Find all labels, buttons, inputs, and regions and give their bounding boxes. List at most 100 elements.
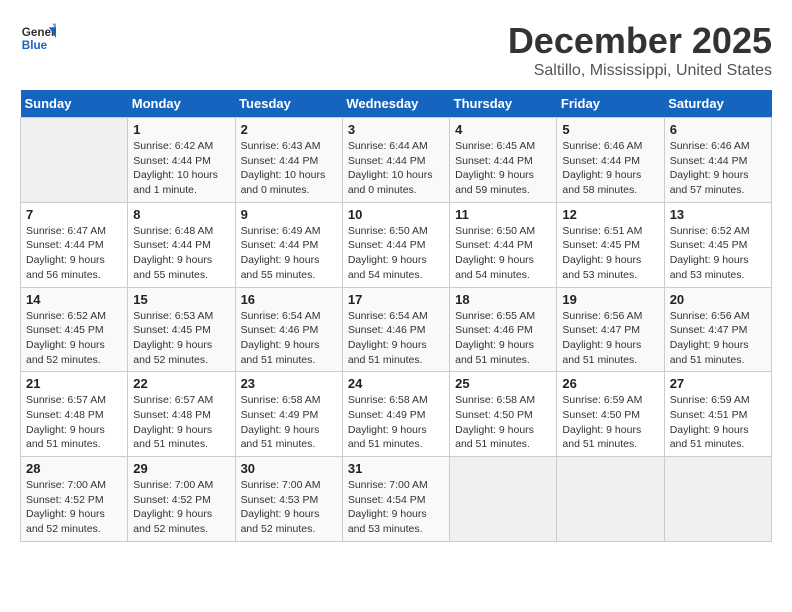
- week-row-3: 14Sunrise: 6:52 AMSunset: 4:45 PMDayligh…: [21, 287, 772, 372]
- day-info: Sunrise: 6:44 AMSunset: 4:44 PMDaylight:…: [348, 139, 444, 198]
- calendar-cell: 6 Sunrise: 6:46 AMSunset: 4:44 PMDaylight…: [664, 118, 771, 203]
- calendar-cell: 22 Sunrise: 6:57 AMSunset: 4:48 PMDayligh…: [128, 372, 235, 457]
- day-number: 25: [455, 376, 551, 391]
- day-number: 18: [455, 292, 551, 307]
- day-number: 28: [26, 461, 122, 476]
- calendar-cell: 14Sunrise: 6:52 AMSunset: 4:45 PMDayligh…: [21, 287, 128, 372]
- day-info: Sunrise: 6:55 AMSunset: 4:46 PMDaylight:…: [455, 309, 551, 368]
- day-number: 20: [670, 292, 766, 307]
- day-number: 27: [670, 376, 766, 391]
- day-number: 16: [241, 292, 337, 307]
- svg-text:Blue: Blue: [22, 39, 48, 52]
- day-info: Sunrise: 6:45 AMSunset: 4:44 PMDaylight:…: [455, 139, 551, 198]
- day-number: 13: [670, 207, 766, 222]
- calendar-cell: 30 Sunrise: 7:00 AMSunset: 4:53 PMDayligh…: [235, 457, 342, 542]
- day-number: 7: [26, 207, 122, 222]
- day-info: Sunrise: 7:00 AMSunset: 4:54 PMDaylight:…: [348, 478, 444, 537]
- day-number: 30: [241, 461, 337, 476]
- day-info: Sunrise: 6:58 AMSunset: 4:50 PMDaylight:…: [455, 393, 551, 452]
- calendar-cell: 5Sunrise: 6:46 AMSunset: 4:44 PMDaylight…: [557, 118, 664, 203]
- day-number: 21: [26, 376, 122, 391]
- day-info: Sunrise: 6:50 AMSunset: 4:44 PMDaylight:…: [348, 224, 444, 283]
- calendar-cell: 28 Sunrise: 7:00 AMSunset: 4:52 PMDayligh…: [21, 457, 128, 542]
- day-info: Sunrise: 6:57 AMSunset: 4:48 PMDaylight:…: [133, 393, 229, 452]
- title-section: December 2025 Saltillo, Mississippi, Uni…: [508, 20, 772, 80]
- subtitle: Saltillo, Mississippi, United States: [508, 62, 772, 80]
- calendar-cell: 8Sunrise: 6:48 AMSunset: 4:44 PMDaylight…: [128, 202, 235, 287]
- day-number: 19: [562, 292, 658, 307]
- day-info: Sunrise: 6:48 AMSunset: 4:44 PMDaylight:…: [133, 224, 229, 283]
- day-number: 29: [133, 461, 229, 476]
- day-info: Sunrise: 6:57 AMSunset: 4:48 PMDaylight:…: [26, 393, 122, 452]
- day-number: 4: [455, 122, 551, 137]
- day-number: 23: [241, 376, 337, 391]
- week-row-1: 1Sunrise: 6:42 AMSunset: 4:44 PMDaylight…: [21, 118, 772, 203]
- calendar-cell: 13 Sunrise: 6:52 AMSunset: 4:45 PMDayligh…: [664, 202, 771, 287]
- logo: General Blue: [20, 20, 56, 56]
- calendar-cell: 27Sunrise: 6:59 AMSunset: 4:51 PMDayligh…: [664, 372, 771, 457]
- logo-icon: General Blue: [20, 20, 56, 56]
- day-number: 17: [348, 292, 444, 307]
- calendar-cell: 18 Sunrise: 6:55 AMSunset: 4:46 PMDayligh…: [450, 287, 557, 372]
- calendar-cell: 24 Sunrise: 6:58 AMSunset: 4:49 PMDayligh…: [342, 372, 449, 457]
- day-number: 11: [455, 207, 551, 222]
- day-info: Sunrise: 6:50 AMSunset: 4:44 PMDaylight:…: [455, 224, 551, 283]
- calendar-header: SundayMondayTuesdayWednesdayThursdayFrid…: [21, 90, 772, 118]
- day-number: 14: [26, 292, 122, 307]
- day-header-thursday: Thursday: [450, 90, 557, 118]
- calendar-cell: 31Sunrise: 7:00 AMSunset: 4:54 PMDayligh…: [342, 457, 449, 542]
- day-number: 15: [133, 292, 229, 307]
- calendar-cell: [664, 457, 771, 542]
- day-info: Sunrise: 6:59 AMSunset: 4:50 PMDaylight:…: [562, 393, 658, 452]
- calendar-cell: 25 Sunrise: 6:58 AMSunset: 4:50 PMDayligh…: [450, 372, 557, 457]
- calendar-cell: 9Sunrise: 6:49 AMSunset: 4:44 PMDaylight…: [235, 202, 342, 287]
- day-info: Sunrise: 6:47 AMSunset: 4:44 PMDaylight:…: [26, 224, 122, 283]
- day-number: 12: [562, 207, 658, 222]
- calendar-cell: [557, 457, 664, 542]
- day-info: Sunrise: 6:52 AMSunset: 4:45 PMDaylight:…: [670, 224, 766, 283]
- calendar-cell: 29Sunrise: 7:00 AMSunset: 4:52 PMDayligh…: [128, 457, 235, 542]
- calendar-cell: 11 Sunrise: 6:50 AMSunset: 4:44 PMDayligh…: [450, 202, 557, 287]
- week-row-4: 21 Sunrise: 6:57 AMSunset: 4:48 PMDayligh…: [21, 372, 772, 457]
- day-info: Sunrise: 6:54 AMSunset: 4:46 PMDaylight:…: [241, 309, 337, 368]
- calendar-cell: 20Sunrise: 6:56 AMSunset: 4:47 PMDayligh…: [664, 287, 771, 372]
- calendar-cell: [21, 118, 128, 203]
- calendar-cell: 4 Sunrise: 6:45 AMSunset: 4:44 PMDaylight…: [450, 118, 557, 203]
- day-number: 3: [348, 122, 444, 137]
- day-info: Sunrise: 6:46 AMSunset: 4:44 PMDaylight:…: [562, 139, 658, 198]
- day-number: 2: [241, 122, 337, 137]
- calendar-cell: 1Sunrise: 6:42 AMSunset: 4:44 PMDaylight…: [128, 118, 235, 203]
- day-info: Sunrise: 7:00 AMSunset: 4:52 PMDaylight:…: [26, 478, 122, 537]
- calendar-cell: 15 Sunrise: 6:53 AMSunset: 4:45 PMDayligh…: [128, 287, 235, 372]
- calendar-body: 1Sunrise: 6:42 AMSunset: 4:44 PMDaylight…: [21, 118, 772, 542]
- calendar-cell: 26 Sunrise: 6:59 AMSunset: 4:50 PMDayligh…: [557, 372, 664, 457]
- week-row-2: 7 Sunrise: 6:47 AMSunset: 4:44 PMDaylight…: [21, 202, 772, 287]
- day-header-wednesday: Wednesday: [342, 90, 449, 118]
- day-info: Sunrise: 6:51 AMSunset: 4:45 PMDaylight:…: [562, 224, 658, 283]
- day-number: 26: [562, 376, 658, 391]
- day-number: 1: [133, 122, 229, 137]
- calendar-cell: 2 Sunrise: 6:43 AMSunset: 4:44 PMDaylight…: [235, 118, 342, 203]
- day-number: 22: [133, 376, 229, 391]
- day-number: 6: [670, 122, 766, 137]
- day-header-friday: Friday: [557, 90, 664, 118]
- day-header-monday: Monday: [128, 90, 235, 118]
- calendar-cell: 17Sunrise: 6:54 AMSunset: 4:46 PMDayligh…: [342, 287, 449, 372]
- calendar-cell: 12 Sunrise: 6:51 AMSunset: 4:45 PMDayligh…: [557, 202, 664, 287]
- day-info: Sunrise: 6:46 AMSunset: 4:44 PMDaylight:…: [670, 139, 766, 198]
- day-number: 24: [348, 376, 444, 391]
- day-info: Sunrise: 6:43 AMSunset: 4:44 PMDaylight:…: [241, 139, 337, 198]
- week-row-5: 28 Sunrise: 7:00 AMSunset: 4:52 PMDayligh…: [21, 457, 772, 542]
- calendar-cell: 3 Sunrise: 6:44 AMSunset: 4:44 PMDaylight…: [342, 118, 449, 203]
- calendar-cell: 19Sunrise: 6:56 AMSunset: 4:47 PMDayligh…: [557, 287, 664, 372]
- day-header-tuesday: Tuesday: [235, 90, 342, 118]
- day-info: Sunrise: 6:58 AMSunset: 4:49 PMDaylight:…: [348, 393, 444, 452]
- calendar-cell: 23Sunrise: 6:58 AMSunset: 4:49 PMDayligh…: [235, 372, 342, 457]
- day-info: Sunrise: 7:00 AMSunset: 4:53 PMDaylight:…: [241, 478, 337, 537]
- day-info: Sunrise: 6:53 AMSunset: 4:45 PMDaylight:…: [133, 309, 229, 368]
- main-title: December 2025: [508, 20, 772, 62]
- calendar-cell: 16 Sunrise: 6:54 AMSunset: 4:46 PMDayligh…: [235, 287, 342, 372]
- calendar-cell: [450, 457, 557, 542]
- day-header-sunday: Sunday: [21, 90, 128, 118]
- calendar-table: SundayMondayTuesdayWednesdayThursdayFrid…: [20, 90, 772, 542]
